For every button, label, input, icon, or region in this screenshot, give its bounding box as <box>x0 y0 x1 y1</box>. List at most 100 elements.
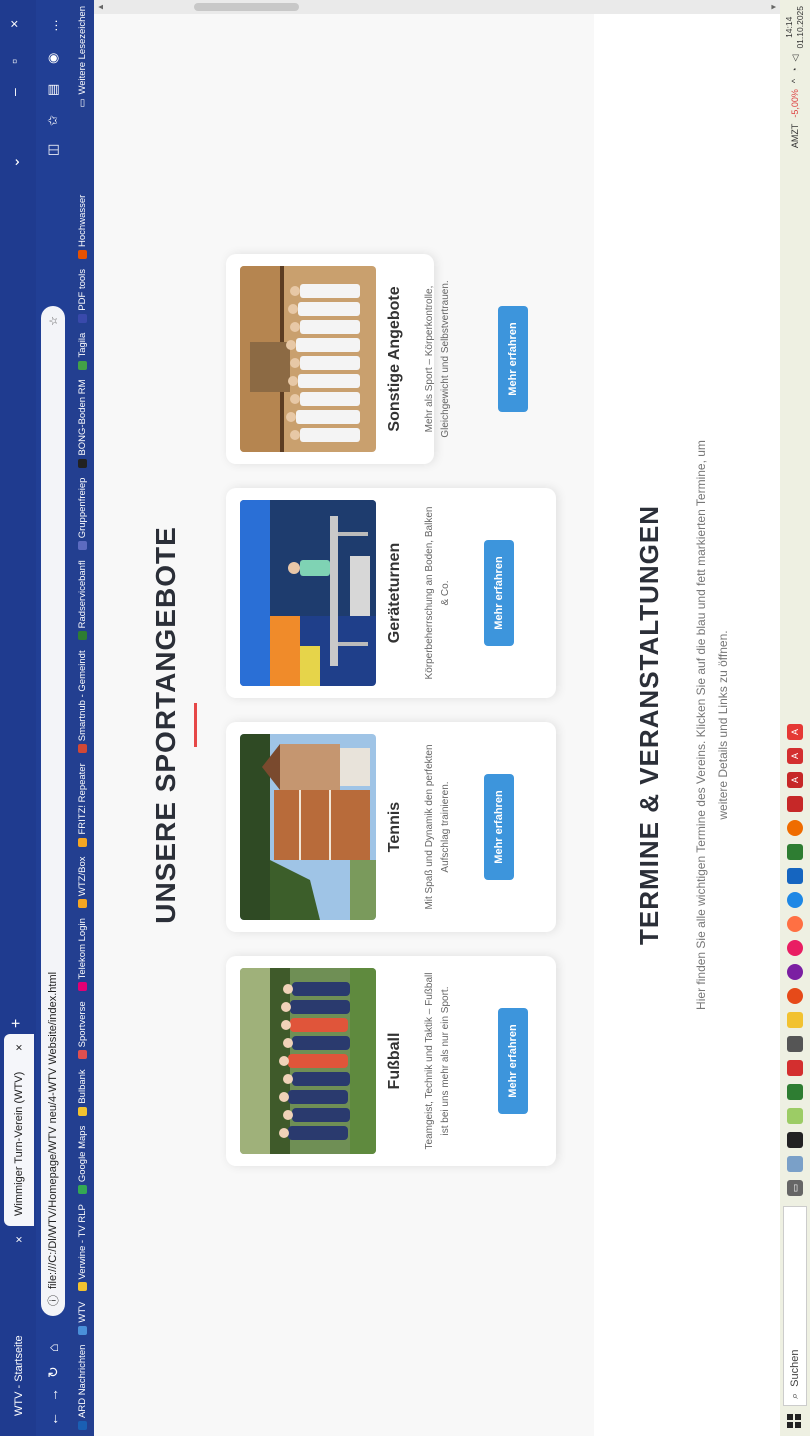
chevron-down-icon[interactable]: ⌄ <box>6 156 23 168</box>
bookmark-favicon-icon <box>77 1325 87 1335</box>
windows-start-icon[interactable] <box>787 1414 801 1428</box>
new-tab-icon[interactable]: + <box>8 1019 26 1028</box>
card-title: Geräteturnen <box>386 542 403 644</box>
close-window-icon[interactable]: × <box>6 20 22 28</box>
bookmark-item[interactable]: Gruppenfreiep <box>77 478 88 551</box>
split-view-icon[interactable]: ◫ <box>45 144 61 156</box>
app-icon[interactable] <box>787 1156 803 1172</box>
forward-icon[interactable]: → <box>45 1388 61 1402</box>
stock-ticker-label[interactable]: AMZT <box>790 124 800 149</box>
card-description: Mehr als Sport – Körperkontrolle, Gleich… <box>424 280 451 438</box>
acrobat-icon[interactable]: A <box>787 748 803 764</box>
search-placeholder: Suchen <box>789 1349 801 1387</box>
bookmark-item[interactable]: WTZ/Box <box>77 857 88 909</box>
scroll-up-icon[interactable]: ▲ <box>96 3 105 11</box>
favorites-icon[interactable]: ✩ <box>45 115 61 126</box>
web-page: UNSERE SPORTANGEBOTE Fußball Teamgeist, … <box>94 0 780 1436</box>
acrobat-icon[interactable]: A <box>787 772 803 788</box>
close-icon[interactable]: × <box>12 1044 26 1051</box>
bookmark-label: Radservicebanfl <box>76 560 88 629</box>
tab-startseite[interactable]: WTV - Startseite × <box>4 1226 34 1426</box>
termine-section-bg <box>594 14 780 1436</box>
app-icon[interactable] <box>787 964 803 980</box>
sport-card-fussball: Fußball Teamgeist, Technik und Taktik – … <box>226 956 556 1166</box>
bookmark-item[interactable]: BONG-Boden RM <box>77 380 88 468</box>
bookmark-item[interactable]: Hochwasser <box>77 195 88 259</box>
bookmark-item[interactable]: Smartnub - Gemeindt <box>77 650 88 754</box>
tab-label: Wimmiger Turn-Verein (WTV) <box>13 1071 25 1216</box>
mehr-erfahren-button[interactable]: Mehr erfahren <box>484 774 514 880</box>
mehr-erfahren-button[interactable]: Mehr erfahren <box>498 306 528 412</box>
bookmark-item[interactable]: WTV <box>77 1302 88 1335</box>
maximize-icon[interactable]: ▫ <box>6 59 22 64</box>
mehr-erfahren-button[interactable]: Mehr erfahren <box>484 540 514 646</box>
bookmark-item[interactable]: Google Maps <box>77 1126 88 1195</box>
star-icon[interactable]: ☆ <box>47 316 60 326</box>
collections-icon[interactable]: ▤ <box>45 84 61 96</box>
bookmark-label: Google Maps <box>76 1125 88 1183</box>
app-icon[interactable] <box>787 844 803 860</box>
bookmark-favicon-icon <box>77 1050 87 1060</box>
minimize-icon[interactable]: – <box>6 88 22 96</box>
app-icon[interactable] <box>787 1084 803 1100</box>
folder-icon: ▭ <box>76 98 88 108</box>
app-icon[interactable] <box>787 1132 803 1148</box>
bookmark-label: PDF tools <box>76 268 88 311</box>
scroll-down-icon[interactable]: ▼ <box>769 3 778 11</box>
app-icon[interactable] <box>787 940 803 956</box>
bookmark-item[interactable]: Tagila <box>77 333 88 370</box>
card-image-gymnastics <box>240 500 376 686</box>
bookmark-favicon-icon <box>77 1282 87 1292</box>
sport-card-geraeteturnen: Geräteturnen Körperbeherrschung an Boden… <box>226 488 556 698</box>
task-view-icon[interactable]: ▭ <box>787 1180 803 1196</box>
app-icon[interactable] <box>787 868 803 884</box>
close-icon[interactable]: × <box>12 1236 26 1243</box>
menu-icon[interactable]: … <box>45 19 60 32</box>
card-description: Körperbeherrschung an Boden, Balken & Co… <box>424 506 451 680</box>
sport-card-sonstige-body: Mehr als Sport – Körperkontrolle, Gleich… <box>226 254 556 464</box>
bookmark-favicon-icon <box>77 1106 87 1116</box>
volume-icon[interactable]: ◁ <box>790 55 801 62</box>
bookmark-item[interactable]: Telekom Login <box>77 918 88 992</box>
bookmark-item[interactable]: FRITZ! Repeater <box>76 763 88 847</box>
other-bookmarks[interactable]: ▭ Weitere Lesezeichen <box>70 6 94 108</box>
address-bar[interactable]: ⓘ file:///C:/Dl/WTV/Homepage/WTV neu/4-W… <box>41 306 65 1316</box>
card-image-tennis <box>240 734 376 920</box>
taskbar-search[interactable]: ⌕ Suchen <box>783 1206 807 1406</box>
bookmark-item[interactable]: Bulbank <box>77 1069 88 1116</box>
mehr-erfahren-button[interactable]: Mehr erfahren <box>498 1008 528 1114</box>
bookmark-label: FRITZ! Repeater <box>76 763 88 835</box>
home-icon[interactable]: ⌂ <box>45 1344 61 1352</box>
app-icon[interactable] <box>787 796 803 812</box>
edge-icon[interactable] <box>787 892 803 908</box>
network-icon[interactable]: ◔ <box>790 67 800 72</box>
reload-icon[interactable]: ↻ <box>45 1366 62 1378</box>
bookmark-item[interactable]: Verwine - TV RLP <box>77 1204 88 1292</box>
bookmark-item[interactable]: PDF tools <box>77 269 88 323</box>
title-underline <box>194 703 197 747</box>
acrobat-icon[interactable]: A <box>787 724 803 740</box>
section-title-termine: TERMINE & VERANSTALTUNGEN <box>634 504 664 946</box>
firefox-icon[interactable] <box>787 916 803 932</box>
bookmark-item[interactable]: Sportverse <box>76 1001 88 1060</box>
card-title: Tennis <box>386 801 403 853</box>
chevron-up-icon[interactable]: ^ <box>790 79 800 83</box>
app-icon[interactable] <box>787 1108 803 1124</box>
bookmarks-bar: ARD Nachrichten WTV Verwine - TV RLP Google… <box>70 0 94 1436</box>
profile-icon[interactable]: ◉ <box>45 53 61 64</box>
app-icon[interactable] <box>787 1060 803 1076</box>
termine-description: Hier finden Sie alle wichtigen Termine d… <box>694 440 730 1010</box>
scroll-thumb[interactable] <box>194 3 299 11</box>
bookmark-label: Sportverse <box>76 1001 88 1048</box>
chrome-icon[interactable] <box>787 988 803 1004</box>
bookmark-item[interactable]: ARD Nachrichten <box>77 1345 88 1430</box>
back-icon[interactable]: ← <box>45 1412 61 1426</box>
bookmark-item[interactable]: Radservicebanfl <box>76 560 88 641</box>
browser-tabstrip: WTV - Startseite × Wimmiger Turn-Verein … <box>0 0 36 1436</box>
app-icon[interactable] <box>787 820 803 836</box>
tab-active[interactable]: Wimmiger Turn-Verein (WTV) × <box>4 1034 34 1226</box>
folder-icon[interactable] <box>787 1012 803 1028</box>
taskbar-clock[interactable]: 14:14 01.10.2025 <box>784 6 806 49</box>
app-icon[interactable] <box>787 1036 803 1052</box>
vertical-scrollbar[interactable]: ▲ ▼ <box>94 0 780 14</box>
